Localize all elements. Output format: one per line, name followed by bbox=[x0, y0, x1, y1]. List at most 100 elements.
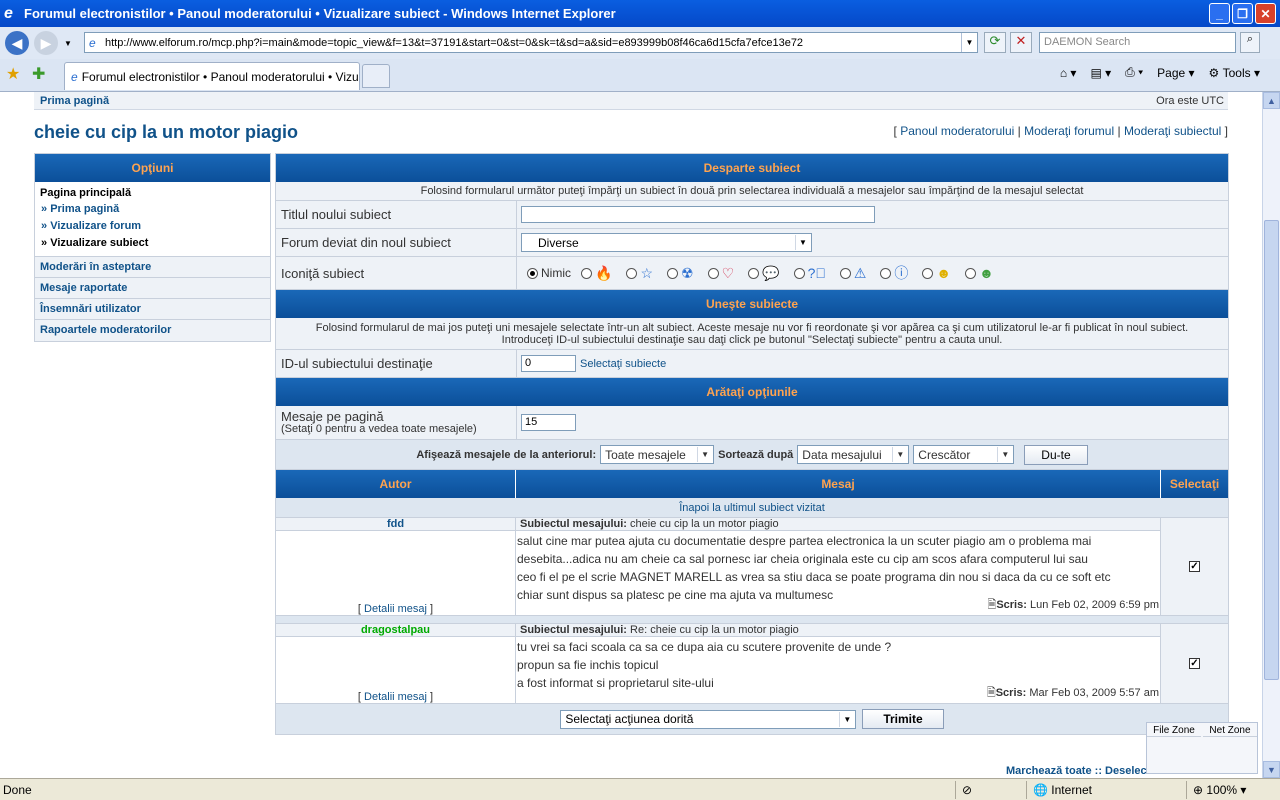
search-icon[interactable]: ⌕ bbox=[1240, 32, 1260, 53]
icon-radio-heart[interactable] bbox=[707, 267, 719, 279]
post-author[interactable]: dragostalpau bbox=[276, 624, 515, 637]
sidebar-item-notes[interactable]: Însemnări utilizator bbox=[35, 299, 270, 320]
add-favorites-icon[interactable]: ✚ bbox=[32, 64, 45, 84]
sidebar-item-queue[interactable]: Moderări în asteptare bbox=[35, 257, 270, 278]
details-label[interactable]: Detalii mesaj bbox=[364, 691, 427, 703]
icon-radio-star[interactable] bbox=[626, 267, 638, 279]
icon-radio-none[interactable] bbox=[527, 267, 538, 279]
back-icon[interactable]: ◀ bbox=[5, 31, 29, 55]
order-select[interactable]: Crescător ▼ bbox=[913, 445, 1015, 464]
home-icon[interactable]: ⌂ ▾ bbox=[1060, 66, 1077, 80]
tools-menu[interactable]: ⚙ Tools ▾ bbox=[1209, 66, 1260, 80]
chevron-down-icon: ▼ bbox=[997, 447, 1013, 462]
minimize-button[interactable]: _ bbox=[1209, 3, 1230, 24]
perpage-label: Mesaje pe pagină bbox=[281, 408, 384, 424]
stop-icon[interactable]: ✕ bbox=[1010, 32, 1032, 53]
sidebar-header: Opţiuni bbox=[35, 154, 270, 182]
submit-button[interactable]: Trimite bbox=[862, 709, 944, 729]
split-forum-select[interactable]: Diverse ▼ bbox=[521, 233, 812, 252]
post-details-link[interactable]: [ Detalii mesaj ] bbox=[276, 603, 515, 615]
breadcrumb-bar: Prima pagină Ora este UTC bbox=[34, 92, 1228, 110]
icon-radio-radioactive[interactable] bbox=[667, 267, 678, 279]
globe-icon: 🌐 bbox=[1033, 783, 1048, 797]
icon-radio-fire[interactable] bbox=[581, 267, 592, 279]
page-title[interactable]: cheie cu cip la un motor piagio bbox=[34, 122, 298, 143]
post-select-checkbox[interactable]: ✓ bbox=[1189, 658, 1200, 669]
col-author: Autor bbox=[276, 470, 516, 498]
info-icon: ⓘ bbox=[894, 265, 909, 281]
col-message: Mesaj bbox=[516, 470, 1161, 498]
sidebar-item-logs[interactable]: Rapoartele moderatorilor bbox=[35, 320, 270, 341]
warning-icon: ⚠ bbox=[853, 264, 867, 281]
post-details-link[interactable]: [ Detalii mesaj ] bbox=[276, 691, 515, 703]
net-zone-label: Net Zone bbox=[1203, 725, 1257, 737]
options-sidebar: Opţiuni Pagina principală » Prima pagină… bbox=[34, 153, 271, 342]
icon-radio-question[interactable] bbox=[793, 267, 805, 279]
status-bar: Done ⊘ 🌐 Internet ⊕ 100% ▾ bbox=[0, 778, 1280, 800]
new-tab-button[interactable] bbox=[362, 64, 390, 88]
sort-value: Data mesajului bbox=[802, 447, 882, 462]
forward-icon[interactable]: ▶ bbox=[34, 31, 58, 55]
address-toolbar: ◀ ▶ ▼ e http://www.elforum.ro/mcp.php?i=… bbox=[0, 27, 1280, 59]
scroll-down-icon[interactable]: ▼ bbox=[1263, 761, 1280, 778]
show-select[interactable]: Toate mesajele ▼ bbox=[600, 445, 715, 464]
icon-radio-wink[interactable] bbox=[922, 267, 934, 279]
scroll-up-icon[interactable]: ▲ bbox=[1263, 92, 1280, 109]
icon-radio-info[interactable] bbox=[880, 267, 892, 279]
mod-panel-link[interactable]: Panoul moderatorului bbox=[900, 124, 1014, 138]
history-dropdown-icon[interactable]: ▼ bbox=[64, 39, 72, 48]
back-link[interactable]: Înapoi la ultimul subiect vizitat bbox=[276, 498, 1228, 518]
details-label[interactable]: Detalii mesaj bbox=[364, 603, 427, 615]
address-input[interactable]: e http://www.elforum.ro/mcp.php?i=main&m… bbox=[84, 32, 978, 53]
sidebar-item-reports[interactable]: Mesaje raportate bbox=[35, 278, 270, 299]
icon-radio-grin[interactable] bbox=[965, 267, 977, 279]
close-button[interactable]: ✕ bbox=[1255, 3, 1276, 24]
tab-bar: ★ ✚ e Forumul electronistilor • Panoul m… bbox=[0, 59, 1280, 92]
perpage-input[interactable]: 15 bbox=[521, 414, 576, 431]
post-author[interactable]: fdd bbox=[276, 518, 515, 531]
merge-id-input[interactable]: 0 bbox=[521, 355, 576, 372]
zoom-control[interactable]: ⊕ 100% ▾ bbox=[1186, 781, 1246, 799]
print-icon[interactable]: ⎙ ▾ bbox=[1125, 65, 1143, 80]
mark-all-link[interactable]: Marchează toate bbox=[1006, 765, 1092, 777]
sidebar-item-view-topic[interactable]: » Vizualizare subiect bbox=[40, 235, 265, 252]
url-text: http://www.elforum.ro/mcp.php?i=main&mod… bbox=[105, 36, 804, 49]
mark-separator: :: bbox=[1094, 765, 1102, 777]
post-select-checkbox[interactable]: ✓ bbox=[1189, 561, 1200, 572]
select-topics-link[interactable]: Selectaţi subiecte bbox=[580, 358, 666, 370]
tab-active[interactable]: e Forumul electronistilor • Panoul moder… bbox=[64, 62, 360, 90]
sidebar-main-heading[interactable]: Pagina principală bbox=[40, 187, 265, 199]
page-menu[interactable]: Page ▾ bbox=[1157, 66, 1194, 80]
split-title-input[interactable] bbox=[521, 206, 875, 223]
icon-radio-warning[interactable] bbox=[839, 267, 851, 279]
mod-topic-link[interactable]: Moderaţi subiectul bbox=[1124, 124, 1221, 138]
favorites-star-icon[interactable]: ★ bbox=[6, 64, 20, 84]
star-icon: ☆ bbox=[640, 264, 653, 281]
mod-forum-link[interactable]: Moderaţi forumul bbox=[1024, 124, 1114, 138]
moderation-links: [ Panoul moderatorului | Moderaţi forumu… bbox=[893, 124, 1228, 138]
post-subject: Subiectul mesajului: cheie cu cip la un … bbox=[516, 518, 1160, 531]
feeds-icon[interactable]: ▤ ▾ bbox=[1090, 66, 1111, 80]
maximize-button[interactable]: ❐ bbox=[1232, 3, 1253, 24]
sidebar-item-view-forum[interactable]: » Vizualizare forum bbox=[40, 218, 265, 235]
scroll-thumb[interactable] bbox=[1264, 220, 1279, 680]
post-date: 🗎Scris: Lun Feb 02, 2009 6:59 pm bbox=[987, 596, 1159, 615]
sidebar-item-home[interactable]: » Prima pagină bbox=[40, 201, 265, 218]
breadcrumb[interactable]: Prima pagină bbox=[40, 95, 109, 107]
table-row: fdd [ Detalii mesaj ] Subiectul mesajulu… bbox=[276, 518, 1228, 616]
vertical-scrollbar[interactable]: ▲ ▼ bbox=[1262, 92, 1280, 778]
split-forum-row: Forum deviat din noul subiect Diverse ▼ bbox=[276, 229, 1228, 257]
search-input[interactable]: DAEMON Search bbox=[1039, 32, 1236, 53]
post-subject: Subiectul mesajului: Re: cheie cu cip la… bbox=[516, 624, 1160, 637]
sidebar-main-section: Pagina principală » Prima pagină » Vizua… bbox=[35, 182, 270, 257]
address-dropdown-icon[interactable]: ▼ bbox=[961, 33, 977, 52]
post-date: 🗎Scris: Mar Feb 03, 2009 5:57 am bbox=[987, 684, 1159, 703]
refresh-icon[interactable]: ⟳ bbox=[984, 32, 1006, 53]
post-line: tu vrei sa faci scoala ca sa ce dupa aia… bbox=[517, 640, 892, 654]
merge-id-row: ID-ul subiectului destinaţie 0 Selectaţi … bbox=[276, 350, 1228, 378]
subject-label: Subiectul mesajului: bbox=[520, 518, 627, 530]
sort-select[interactable]: Data mesajului ▼ bbox=[797, 445, 910, 464]
action-select[interactable]: Selectaţi acţiunea dorită ▼ bbox=[560, 709, 857, 729]
go-button[interactable]: Du-te bbox=[1024, 444, 1088, 465]
icon-radio-speech[interactable] bbox=[748, 267, 760, 279]
